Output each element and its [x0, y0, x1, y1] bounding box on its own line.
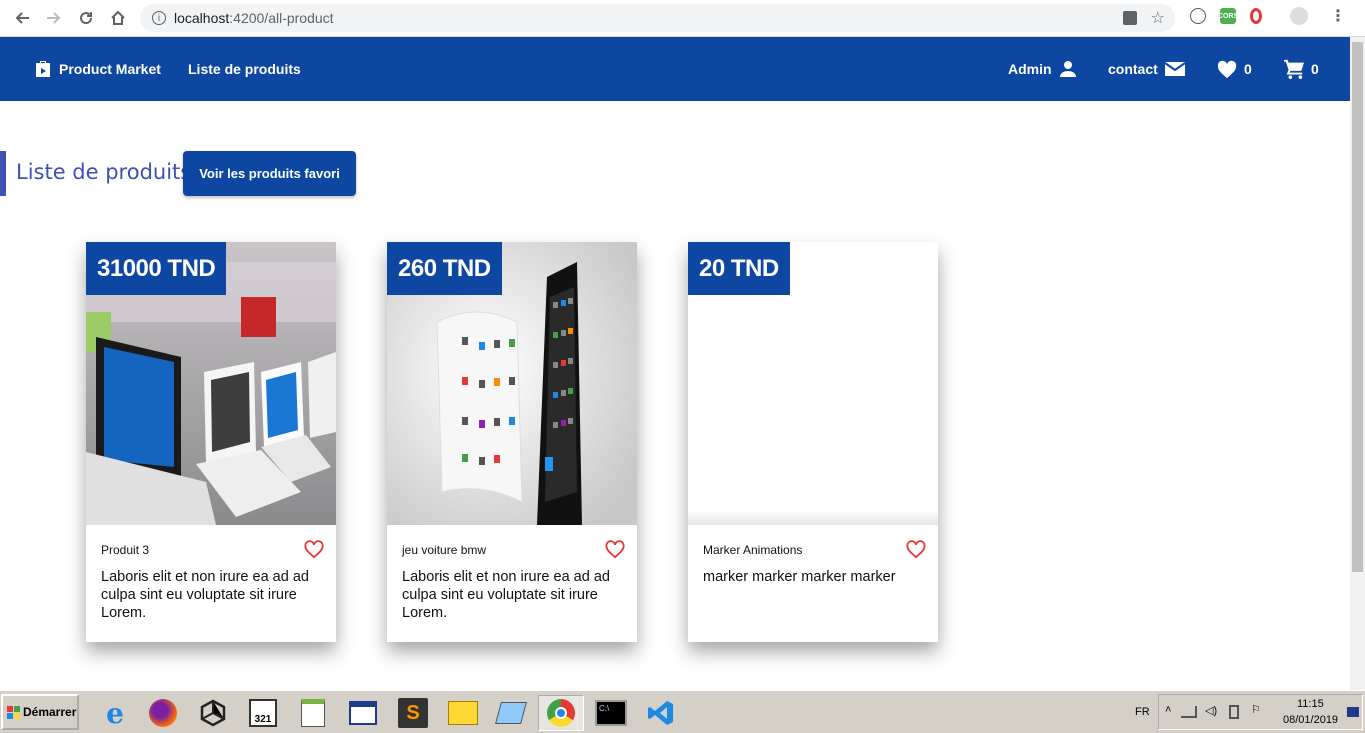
product-name: jeu voiture bmw: [402, 543, 487, 557]
translate-icon[interactable]: [1122, 11, 1137, 25]
url-path: :4200/all-product: [229, 10, 334, 26]
favorite-heart-icon[interactable]: [303, 539, 325, 564]
flag-icon[interactable]: ⚐: [1251, 703, 1261, 716]
forward-arrow-icon[interactable]: [38, 2, 70, 34]
tray-expand-icon[interactable]: ˄: [1165, 704, 1171, 716]
product-description: Laboris elit et non irure ea ad ad culpa…: [402, 569, 610, 621]
product-image[interactable]: 260 TND: [387, 242, 637, 525]
app-navbar: Product Market Liste de produits Admin c…: [0, 37, 1350, 101]
url-host: localhost: [174, 10, 230, 26]
mail-icon: [1164, 62, 1186, 76]
cors-extension-icon[interactable]: CORS: [1218, 8, 1238, 24]
media-player-icon[interactable]: 321: [240, 695, 286, 731]
shopping-bag-icon: [36, 61, 50, 77]
price-tag: 260 TND: [387, 242, 502, 295]
power-icon[interactable]: [1229, 705, 1239, 719]
language-indicator[interactable]: FR: [1135, 706, 1150, 718]
pen-tool-icon[interactable]: [488, 695, 534, 731]
title-accent-bar: [0, 151, 6, 196]
system-tray: FR ˄ ◁) ⚐ 11:15 08/01/2019: [1135, 694, 1363, 730]
nav-contact-link[interactable]: contact: [1108, 37, 1186, 101]
nav-contact-label: contact: [1108, 61, 1158, 77]
nav-products-label: Liste de produits: [188, 61, 301, 77]
cart-icon: [1284, 59, 1304, 79]
vscode-icon[interactable]: [638, 695, 684, 731]
nav-admin-link[interactable]: Admin: [1008, 37, 1078, 101]
home-icon[interactable]: [102, 2, 134, 34]
product-image[interactable]: 31000 TND: [86, 242, 336, 525]
firefox-icon[interactable]: [140, 695, 186, 731]
product-name: Produit 3: [101, 543, 150, 557]
product-description: Laboris elit et non irure ea ad ad culpa…: [101, 569, 309, 621]
window-app-icon[interactable]: [340, 695, 386, 731]
internet-explorer-icon[interactable]: e: [92, 695, 138, 731]
page-title: Liste de produits: [16, 160, 192, 184]
bookmark-star-icon[interactable]: ☆: [1151, 8, 1165, 28]
browser-toolbar: i localhost:4200/all-product ☆ CORS ⋮: [0, 0, 1365, 37]
price-tag: 20 TND: [688, 242, 790, 295]
product-name: Marker Animations: [703, 543, 803, 557]
nav-cart-link[interactable]: 0: [1283, 37, 1319, 101]
reload-icon[interactable]: [70, 2, 102, 34]
start-label: Démarrer: [23, 705, 77, 719]
volume-icon[interactable]: ◁): [1205, 704, 1217, 717]
product-card[interactable]: 20 TND Marker Animations marker marker m…: [688, 242, 938, 642]
extension-icon[interactable]: [1190, 8, 1206, 24]
notepad-plus-icon[interactable]: [290, 695, 336, 731]
show-desktop-icon[interactable]: [1347, 707, 1359, 717]
nav-admin-label: Admin: [1008, 61, 1052, 77]
nav-favorites-link[interactable]: 0: [1216, 37, 1252, 101]
info-icon[interactable]: i: [152, 11, 166, 25]
menu-dots-icon[interactable]: ⋮: [1330, 6, 1346, 26]
windows-logo-icon: [7, 705, 20, 719]
opera-extension-icon[interactable]: [1250, 8, 1262, 24]
start-button[interactable]: Démarrer: [1, 694, 79, 730]
sublime-text-icon[interactable]: S: [390, 695, 436, 731]
product-card[interactable]: 260 TND jeu voiture bmw Laboris elit et …: [387, 242, 637, 642]
cart-count: 0: [1311, 61, 1319, 77]
profile-avatar-icon[interactable]: [1290, 7, 1308, 25]
heart-icon: [1217, 60, 1237, 79]
page-scrollbar[interactable]: [1350, 37, 1365, 690]
file-explorer-icon[interactable]: [440, 695, 486, 731]
brand-name: Product Market: [59, 61, 161, 77]
network-icon[interactable]: [1181, 706, 1197, 718]
view-favorites-button[interactable]: Voir les produits favori: [183, 151, 356, 196]
os-taskbar: Démarrer e 321 S C:\ FR ˄ ◁) ⚐ 11:15 08/…: [0, 690, 1365, 733]
terminal-icon[interactable]: C:\: [588, 695, 634, 731]
scrollbar-thumb[interactable]: [1352, 42, 1363, 572]
product-image[interactable]: 20 TND: [688, 242, 938, 525]
person-icon: [1059, 61, 1076, 77]
clock-time[interactable]: 11:15: [1297, 698, 1324, 710]
favorites-count: 0: [1244, 61, 1252, 77]
chrome-icon[interactable]: [538, 695, 584, 731]
favorite-heart-icon[interactable]: [905, 539, 927, 564]
price-tag: 31000 TND: [86, 242, 227, 295]
product-card[interactable]: 31000 TND Produit 3 Laboris elit et non …: [86, 242, 336, 642]
address-bar[interactable]: i localhost:4200/all-product ☆: [140, 4, 1175, 32]
product-description: marker marker marker marker: [703, 569, 896, 585]
favorite-heart-icon[interactable]: [604, 539, 626, 564]
brand-link[interactable]: Product Market: [33, 37, 161, 101]
unity-icon[interactable]: [190, 695, 236, 731]
clock-date[interactable]: 08/01/2019: [1283, 714, 1338, 726]
back-arrow-icon[interactable]: [6, 2, 38, 34]
nav-products-link[interactable]: Liste de produits: [188, 37, 301, 101]
